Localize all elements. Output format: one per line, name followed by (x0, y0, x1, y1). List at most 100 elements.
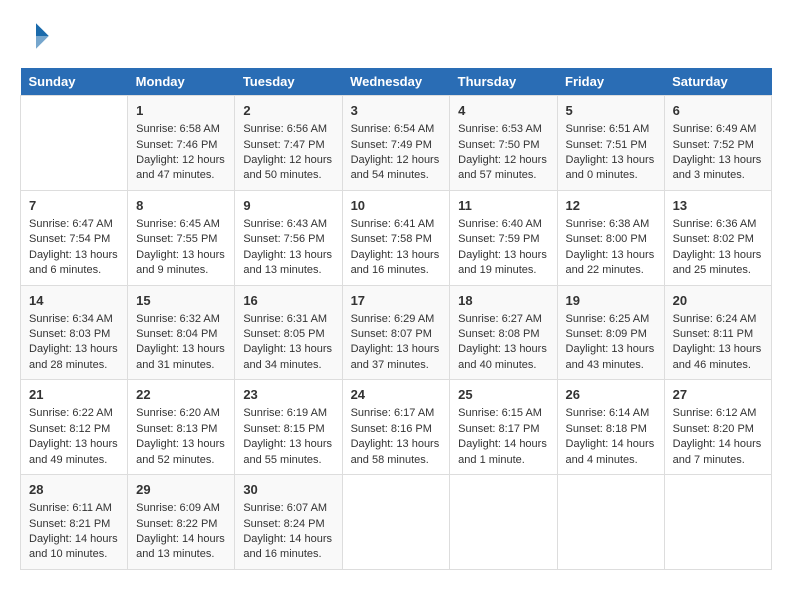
sunrise-text: Sunrise: 6:07 AM (243, 501, 333, 516)
sunset-text: Sunset: 8:15 PM (243, 422, 333, 437)
sunrise-text: Sunrise: 6:58 AM (136, 122, 226, 137)
sunrise-text: Sunrise: 6:27 AM (458, 312, 548, 327)
daylight-text: Daylight: 13 hours and 25 minutes. (673, 248, 763, 279)
sunrise-text: Sunrise: 6:17 AM (351, 406, 442, 421)
sunset-text: Sunset: 7:54 PM (29, 232, 119, 247)
day-header-saturday: Saturday (664, 68, 771, 96)
day-number: 8 (136, 197, 226, 215)
calendar-cell: 10Sunrise: 6:41 AMSunset: 7:58 PMDayligh… (342, 190, 450, 285)
calendar-week-row: 28Sunrise: 6:11 AMSunset: 8:21 PMDayligh… (21, 475, 772, 570)
sunrise-text: Sunrise: 6:32 AM (136, 312, 226, 327)
cell-content: 14Sunrise: 6:34 AMSunset: 8:03 PMDayligh… (29, 292, 119, 374)
calendar-cell: 8Sunrise: 6:45 AMSunset: 7:55 PMDaylight… (128, 190, 235, 285)
calendar-cell: 6Sunrise: 6:49 AMSunset: 7:52 PMDaylight… (664, 96, 771, 191)
cell-content: 20Sunrise: 6:24 AMSunset: 8:11 PMDayligh… (673, 292, 763, 374)
sunrise-text: Sunrise: 6:40 AM (458, 217, 548, 232)
sunset-text: Sunset: 7:59 PM (458, 232, 548, 247)
calendar-cell (664, 475, 771, 570)
sunset-text: Sunset: 7:56 PM (243, 232, 333, 247)
calendar-header-row: SundayMondayTuesdayWednesdayThursdayFrid… (21, 68, 772, 96)
cell-content: 8Sunrise: 6:45 AMSunset: 7:55 PMDaylight… (136, 197, 226, 279)
calendar-cell: 11Sunrise: 6:40 AMSunset: 7:59 PMDayligh… (450, 190, 557, 285)
cell-content: 1Sunrise: 6:58 AMSunset: 7:46 PMDaylight… (136, 102, 226, 184)
day-number: 24 (351, 386, 442, 404)
calendar-cell: 15Sunrise: 6:32 AMSunset: 8:04 PMDayligh… (128, 285, 235, 380)
cell-content: 18 Sunrise: 6:27 AMSunset: 8:08 PMDayligh… (458, 292, 548, 374)
day-number: 9 (243, 197, 333, 215)
cell-content: 23Sunrise: 6:19 AMSunset: 8:15 PMDayligh… (243, 386, 333, 468)
calendar-cell: 7Sunrise: 6:47 AMSunset: 7:54 PMDaylight… (21, 190, 128, 285)
sunset-text: Sunset: 8:07 PM (351, 327, 442, 342)
day-number: 14 (29, 292, 119, 310)
calendar-week-row: 1Sunrise: 6:58 AMSunset: 7:46 PMDaylight… (21, 96, 772, 191)
daylight-text: Daylight: 13 hours and 16 minutes. (351, 248, 442, 279)
daylight-text: Daylight: 14 hours and 13 minutes. (136, 532, 226, 563)
calendar-week-row: 14Sunrise: 6:34 AMSunset: 8:03 PMDayligh… (21, 285, 772, 380)
sunrise-text: Sunrise: 6:29 AM (351, 312, 442, 327)
sunset-text: Sunset: 8:08 PM (458, 327, 548, 342)
day-number: 21 (29, 386, 119, 404)
day-number: 25 (458, 386, 548, 404)
cell-content: 11Sunrise: 6:40 AMSunset: 7:59 PMDayligh… (458, 197, 548, 279)
daylight-text: Daylight: 13 hours and 6 minutes. (29, 248, 119, 279)
sunset-text: Sunset: 8:00 PM (566, 232, 656, 247)
day-number: 2 (243, 102, 333, 120)
sunset-text: Sunset: 8:18 PM (566, 422, 656, 437)
day-number: 27 (673, 386, 763, 404)
day-header-wednesday: Wednesday (342, 68, 450, 96)
calendar-cell: 9Sunrise: 6:43 AMSunset: 7:56 PMDaylight… (235, 190, 342, 285)
cell-content: 17Sunrise: 6:29 AMSunset: 8:07 PMDayligh… (351, 292, 442, 374)
sunrise-text: Sunrise: 6:24 AM (673, 312, 763, 327)
cell-content: 13Sunrise: 6:36 AMSunset: 8:02 PMDayligh… (673, 197, 763, 279)
day-number: 11 (458, 197, 548, 215)
calendar-week-row: 7Sunrise: 6:47 AMSunset: 7:54 PMDaylight… (21, 190, 772, 285)
daylight-text: Daylight: 14 hours and 4 minutes. (566, 437, 656, 468)
sunrise-text: Sunrise: 6:12 AM (673, 406, 763, 421)
calendar-week-row: 21Sunrise: 6:22 AMSunset: 8:12 PMDayligh… (21, 380, 772, 475)
calendar-cell: 18 Sunrise: 6:27 AMSunset: 8:08 PMDayligh… (450, 285, 557, 380)
sunrise-text: Sunrise: 6:54 AM (351, 122, 442, 137)
sunset-text: Sunset: 8:11 PM (673, 327, 763, 342)
cell-content: 28Sunrise: 6:11 AMSunset: 8:21 PMDayligh… (29, 481, 119, 563)
day-number: 1 (136, 102, 226, 120)
sunrise-text: Sunrise: 6:15 AM (458, 406, 548, 421)
page-header (20, 20, 772, 52)
day-number: 16 (243, 292, 333, 310)
calendar-cell: 13Sunrise: 6:36 AMSunset: 8:02 PMDayligh… (664, 190, 771, 285)
sunset-text: Sunset: 7:58 PM (351, 232, 442, 247)
daylight-text: Daylight: 12 hours and 47 minutes. (136, 153, 226, 184)
daylight-text: Daylight: 14 hours and 16 minutes. (243, 532, 333, 563)
sunset-text: Sunset: 7:55 PM (136, 232, 226, 247)
calendar-cell: 17Sunrise: 6:29 AMSunset: 8:07 PMDayligh… (342, 285, 450, 380)
day-number: 26 (566, 386, 656, 404)
calendar-cell (21, 96, 128, 191)
daylight-text: Daylight: 13 hours and 3 minutes. (673, 153, 763, 184)
cell-content: 12Sunrise: 6:38 AMSunset: 8:00 PMDayligh… (566, 197, 656, 279)
cell-content: 10Sunrise: 6:41 AMSunset: 7:58 PMDayligh… (351, 197, 442, 279)
day-number: 29 (136, 481, 226, 499)
calendar-cell: 23Sunrise: 6:19 AMSunset: 8:15 PMDayligh… (235, 380, 342, 475)
calendar-cell: 1Sunrise: 6:58 AMSunset: 7:46 PMDaylight… (128, 96, 235, 191)
cell-content: 16Sunrise: 6:31 AMSunset: 8:05 PMDayligh… (243, 292, 333, 374)
daylight-text: Daylight: 12 hours and 50 minutes. (243, 153, 333, 184)
sunset-text: Sunset: 8:17 PM (458, 422, 548, 437)
day-number: 22 (136, 386, 226, 404)
sunset-text: Sunset: 7:49 PM (351, 138, 442, 153)
daylight-text: Daylight: 13 hours and 31 minutes. (136, 342, 226, 373)
day-header-tuesday: Tuesday (235, 68, 342, 96)
sunrise-text: Sunrise: 6:41 AM (351, 217, 442, 232)
day-number: 20 (673, 292, 763, 310)
sunrise-text: Sunrise: 6:53 AM (458, 122, 548, 137)
daylight-text: Daylight: 13 hours and 40 minutes. (458, 342, 548, 373)
calendar-cell: 28Sunrise: 6:11 AMSunset: 8:21 PMDayligh… (21, 475, 128, 570)
sunset-text: Sunset: 8:20 PM (673, 422, 763, 437)
sunrise-text: Sunrise: 6:45 AM (136, 217, 226, 232)
day-number: 18 (458, 292, 548, 310)
sunrise-text: Sunrise: 6:49 AM (673, 122, 763, 137)
sunset-text: Sunset: 7:47 PM (243, 138, 333, 153)
sunset-text: Sunset: 8:04 PM (136, 327, 226, 342)
day-number: 17 (351, 292, 442, 310)
calendar-cell: 22Sunrise: 6:20 AMSunset: 8:13 PMDayligh… (128, 380, 235, 475)
cell-content: 4Sunrise: 6:53 AMSunset: 7:50 PMDaylight… (458, 102, 548, 184)
calendar-cell: 27Sunrise: 6:12 AMSunset: 8:20 PMDayligh… (664, 380, 771, 475)
